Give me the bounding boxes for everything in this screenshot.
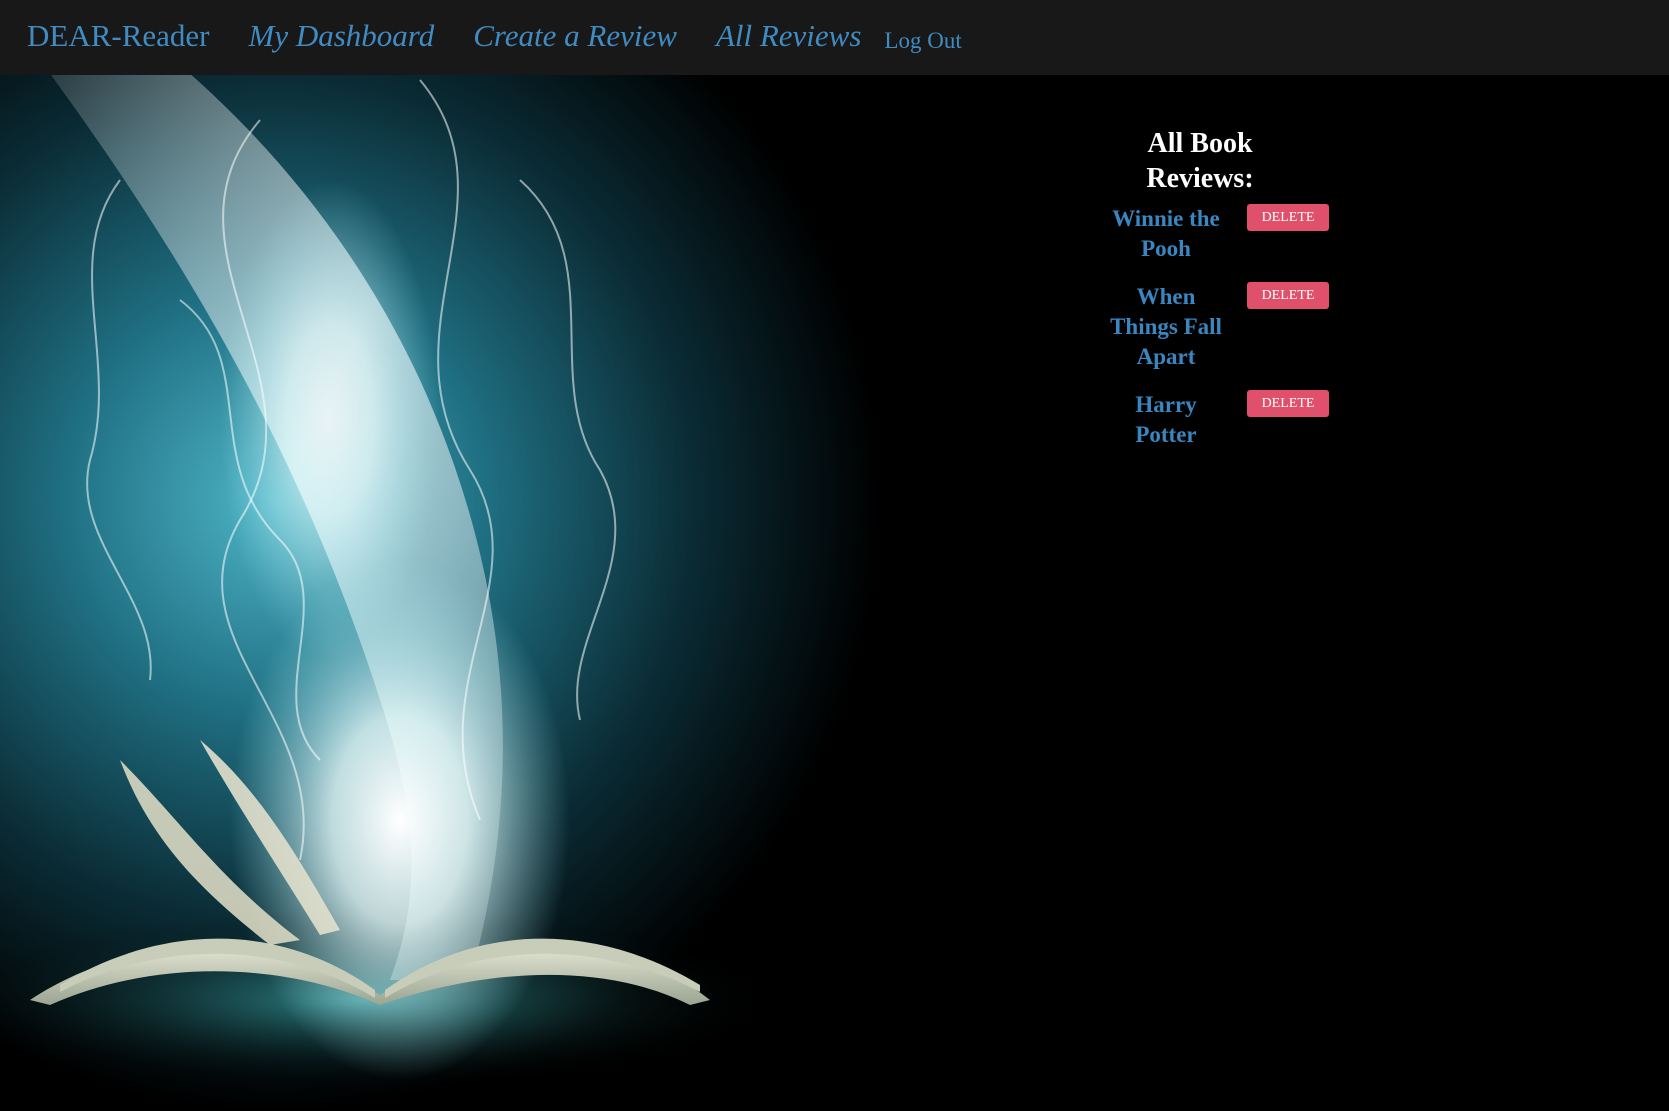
review-item: When Things Fall Apart DELETE (1110, 282, 1370, 372)
review-title-link[interactable]: Winnie the Pooh (1110, 204, 1222, 264)
brand-link[interactable]: DEAR-Reader (27, 18, 210, 54)
all-reviews-panel: All Book Reviews: Winnie the Pooh DELETE… (1110, 126, 1370, 450)
review-title-link[interactable]: When Things Fall Apart (1110, 282, 1222, 372)
review-item: Harry Potter DELETE (1110, 390, 1370, 450)
delete-button[interactable]: DELETE (1247, 390, 1329, 417)
top-navbar: DEAR-Reader My Dashboard Create a Review… (0, 0, 1669, 75)
nav-create-review[interactable]: Create a Review (473, 18, 677, 54)
all-reviews-heading: All Book Reviews: (1146, 128, 1254, 194)
review-item: Winnie the Pooh DELETE (1110, 204, 1370, 264)
delete-button[interactable]: DELETE (1247, 204, 1329, 231)
background-book-illustration (0, 0, 1669, 1111)
nav-logout[interactable]: Log Out (884, 28, 961, 54)
page: DEAR-Reader My Dashboard Create a Review… (0, 0, 1669, 1111)
delete-button[interactable]: DELETE (1247, 282, 1329, 309)
nav-all-reviews[interactable]: All Reviews (716, 18, 861, 54)
nav-my-dashboard[interactable]: My Dashboard (249, 18, 435, 54)
review-title-link[interactable]: Harry Potter (1110, 390, 1222, 450)
